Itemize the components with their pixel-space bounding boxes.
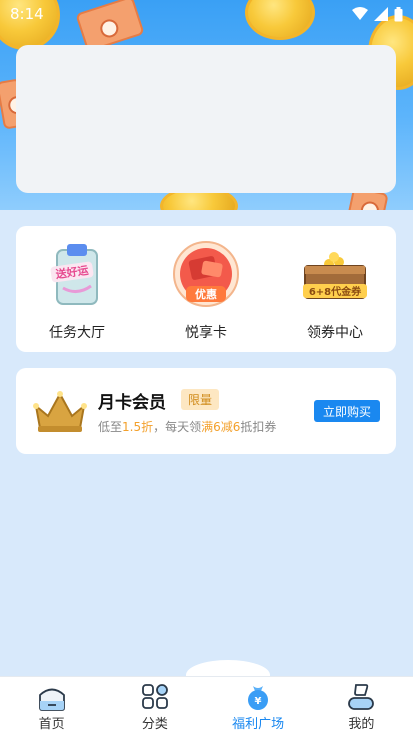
limited-badge: 限量 xyxy=(181,389,220,410)
discount-card-icon: 优惠 xyxy=(170,240,242,312)
feature-grid: 送好运 任务大厅 优惠 悦享卡 6+8代金券 领券中心 xyxy=(16,226,396,352)
desc-discount: 1.5折 xyxy=(122,420,154,434)
desc-suffix: 抵扣券 xyxy=(240,420,277,434)
promo-banner[interactable] xyxy=(16,45,396,193)
feature-label: 任务大厅 xyxy=(49,325,105,341)
profile-icon xyxy=(348,684,375,710)
status-bar: 8:14 xyxy=(0,0,413,28)
nav-label: 分类 xyxy=(141,717,168,732)
membership-description: 低至1.5折，每天领满6减6抵扣券 xyxy=(98,418,276,435)
feature-label: 悦享卡 xyxy=(185,325,227,341)
coupon-center-icon-text: 6+8代金券 xyxy=(309,285,362,298)
status-time: 8:14 xyxy=(10,5,44,23)
discount-card-icon-text: 优惠 xyxy=(195,287,217,301)
feature-coupon-center[interactable]: 6+8代金券 领券中心 xyxy=(290,240,380,352)
coupon-center-icon: 6+8代金券 xyxy=(299,240,371,312)
nav-welfare[interactable]: ¥ 福利广场 xyxy=(207,677,310,734)
battery-icon xyxy=(394,6,403,21)
nav-profile[interactable]: 我的 xyxy=(310,677,413,734)
nav-category[interactable]: 分类 xyxy=(103,677,206,734)
bottom-navigation: 首页 分类 ¥ 福利广场 我的 xyxy=(0,676,413,734)
nav-label: 福利广场 xyxy=(232,717,285,732)
task-hall-icon: 送好运 xyxy=(41,240,113,312)
wifi-icon xyxy=(352,7,368,20)
desc-prefix: 低至 xyxy=(98,420,123,434)
nav-home[interactable]: 首页 xyxy=(0,677,103,734)
membership-title: 月卡会员 xyxy=(98,393,166,413)
buy-now-button[interactable]: 立即购买 xyxy=(314,400,380,422)
svg-text:¥: ¥ xyxy=(255,696,262,707)
feature-discount-card[interactable]: 优惠 悦享卡 xyxy=(161,240,251,352)
welfare-bag-icon: ¥ xyxy=(248,686,269,710)
nav-label: 首页 xyxy=(38,717,65,732)
feature-label: 领券中心 xyxy=(307,325,363,341)
feature-task-hall[interactable]: 送好运 任务大厅 xyxy=(32,240,122,352)
home-icon xyxy=(38,688,65,711)
nav-label: 我的 xyxy=(348,717,375,732)
desc-deal: 满6减6 xyxy=(201,420,241,434)
monthly-membership-card[interactable]: 月卡会员 限量 低至1.5折，每天领满6减6抵扣券 立即购买 xyxy=(16,368,396,454)
category-icon xyxy=(141,684,168,709)
crown-icon xyxy=(33,391,87,432)
desc-mid: ，每天领 xyxy=(153,420,202,434)
signal-icon xyxy=(374,7,388,21)
